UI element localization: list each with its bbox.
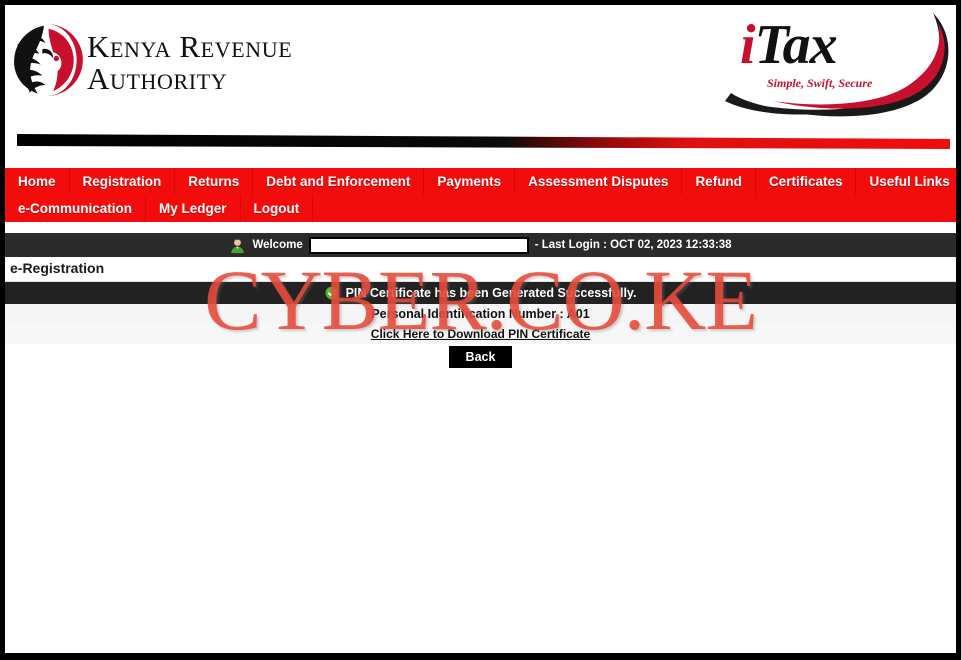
itax-tagline: Simple, Swift, Secure (767, 76, 873, 90)
nav-item-returns[interactable]: Returns (175, 168, 254, 195)
page-canvas: Kenya Revenue Authority iTax Simple, Swi… (5, 5, 956, 653)
nav-item-useful-links[interactable]: Useful Links (856, 168, 956, 195)
success-message-bar: PIN Certificate has been Generated Succe… (5, 282, 956, 304)
kra-wordmark: Kenya Revenue Authority (87, 31, 292, 95)
nav-label: Refund (695, 174, 742, 189)
nav-label: Returns (188, 174, 240, 189)
user-avatar-icon (229, 236, 247, 254)
site-header: Kenya Revenue Authority iTax Simple, Swi… (5, 5, 956, 125)
download-pin-certificate-link[interactable]: Click Here to Download PIN Certificate (371, 327, 590, 341)
nav-item-refund[interactable]: Refund (682, 168, 756, 195)
kra-lion-head-icon (11, 24, 83, 96)
button-row: Back (5, 344, 956, 370)
nav-item-debt-and-enforcement[interactable]: Debt and Enforcement (253, 168, 425, 195)
itax-wordmark: iTax (740, 14, 838, 76)
nav-item-certificates[interactable]: Certificates (756, 168, 857, 195)
nav-item-e-communication[interactable]: e-Communication (5, 195, 147, 222)
green-check-circle-icon (324, 286, 339, 300)
nav-label: Logout (253, 201, 300, 216)
nav-label: Registration (82, 174, 162, 189)
nav-label: Payments (437, 174, 502, 189)
nav-item-logout[interactable]: Logout (241, 195, 314, 222)
kra-logo[interactable]: Kenya Revenue Authority (5, 13, 335, 103)
nav-row-primary: Home Registration Returns Debt and Enfor… (5, 168, 956, 195)
nav-label: Debt and Enforcement (266, 174, 411, 189)
success-message-text: PIN Certificate has been Generated Succe… (345, 286, 637, 300)
welcome-bar: Welcome - Last Login : OCT 02, 2023 12:3… (5, 233, 956, 257)
username-redacted-field (308, 236, 529, 254)
pin-number-text: Personal Identification Number : A01 (371, 307, 590, 321)
pin-number-row: Personal Identification Number : A01 (5, 304, 956, 324)
itax-logo[interactable]: iTax Simple, Swift, Secure (695, 5, 956, 125)
browser-page: Kenya Revenue Authority iTax Simple, Swi… (0, 0, 961, 660)
nav-item-registration[interactable]: Registration (70, 168, 176, 195)
page-title: e-Registration (10, 260, 105, 276)
nav-label: Assessment Disputes (528, 174, 669, 189)
kra-wordmark-line2: Authority (87, 61, 228, 96)
nav-label: Certificates (768, 174, 843, 189)
nav-label: e-Communication (18, 201, 133, 216)
nav-row-secondary: e-Communication My Ledger Logout (5, 195, 956, 222)
nav-item-assessment-disputes[interactable]: Assessment Disputes (515, 168, 683, 195)
nav-filler (313, 195, 956, 222)
welcome-label: Welcome (252, 239, 303, 251)
welcome-bar-content: Welcome - Last Login : OCT 02, 2023 12:3… (229, 236, 732, 254)
nav-item-home[interactable]: Home (5, 168, 70, 195)
nav-label: Useful Links (869, 174, 950, 189)
itax-tax-letters: Tax (754, 14, 838, 76)
header-divider (17, 134, 950, 149)
nav-label: Home (18, 174, 56, 189)
itax-i-letter: i (740, 14, 756, 76)
nav-item-payments[interactable]: Payments (424, 168, 516, 195)
last-login-text: - Last Login : OCT 02, 2023 12:33:38 (534, 239, 732, 251)
page-title-bar: e-Registration (5, 257, 956, 282)
nav-label: My Ledger (159, 201, 227, 216)
kra-wordmark-line1: Kenya Revenue (87, 29, 293, 64)
download-link-row: Click Here to Download PIN Certificate (5, 324, 956, 344)
back-button[interactable]: Back (448, 346, 513, 368)
main-navigation: Home Registration Returns Debt and Enfor… (5, 168, 956, 222)
nav-item-my-ledger[interactable]: My Ledger (146, 195, 241, 222)
